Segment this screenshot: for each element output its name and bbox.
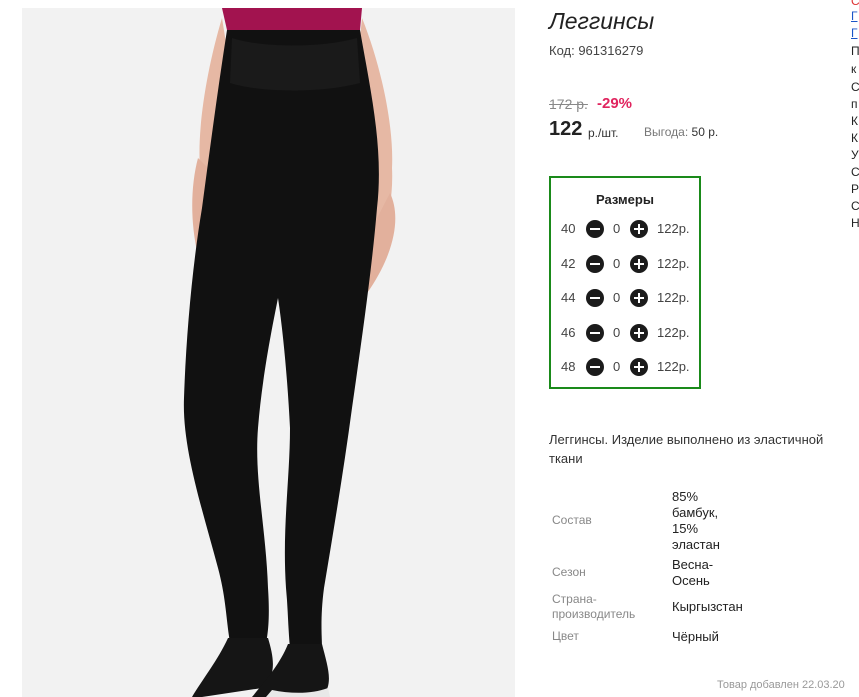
edge-menu-item: С [851, 165, 859, 179]
price-unit: р./шт. [588, 126, 619, 140]
old-price: 172 р. [549, 96, 588, 112]
minus-icon[interactable] [586, 324, 604, 342]
spec-season-label: Сезон [552, 565, 586, 579]
spec-composition-label: Состав [552, 513, 592, 527]
added-date: Товар добавлен 22.03.20 [717, 679, 845, 691]
size-label: 42 [561, 256, 576, 271]
size-label: 46 [561, 325, 576, 340]
edge-menu-item[interactable]: Г [851, 9, 858, 23]
saving-label: Выгода: [644, 125, 689, 139]
size-quantity: 0 [613, 256, 621, 271]
edge-menu-item: п [851, 97, 858, 111]
saving: Выгода: 50 р. [644, 125, 718, 139]
plus-icon[interactable] [630, 324, 648, 342]
size-row: 48 0 122р. [551, 358, 699, 378]
size-row: 46 0 122р. [551, 324, 699, 344]
edge-menu-item: У [851, 148, 859, 162]
size-quantity: 0 [613, 325, 621, 340]
edge-menu-item: К [851, 114, 858, 128]
plus-icon[interactable] [630, 358, 648, 376]
size-row: 42 0 122р. [551, 255, 699, 275]
size-label: 44 [561, 290, 576, 305]
plus-icon[interactable] [630, 220, 648, 238]
size-price: 122р. [657, 221, 690, 236]
size-price: 122р. [657, 290, 690, 305]
edge-menu-item: к [851, 62, 857, 76]
minus-icon[interactable] [586, 255, 604, 273]
minus-icon[interactable] [586, 289, 604, 307]
edge-menu-item[interactable]: С [851, 0, 859, 8]
size-price: 122р. [657, 325, 690, 340]
product-description: Леггинсы. Изделие выполнено из эластично… [549, 432, 824, 466]
edge-menu-item[interactable]: Г [851, 26, 858, 40]
edge-menu-item: С [851, 80, 859, 94]
sizes-title: Размеры [596, 192, 654, 207]
size-label: 40 [561, 221, 576, 236]
spec-color-label: Цвет [552, 629, 579, 643]
discount-badge: -29% [597, 95, 633, 112]
size-row: 40 0 122р. [551, 220, 699, 240]
saving-value: 50 р. [691, 125, 719, 139]
edge-menu-item: С [851, 199, 859, 213]
size-quantity: 0 [613, 221, 621, 236]
sizes-panel: Размеры 40 0 122р. 42 0 122р. 44 0 122р.… [549, 176, 701, 389]
edge-menu-item: Н [851, 216, 859, 230]
spec-composition-value: 85% бамбук, 15% эластан [672, 489, 720, 552]
size-label: 48 [561, 359, 576, 374]
minus-icon[interactable] [586, 220, 604, 238]
current-price: 122 [549, 118, 583, 140]
edge-menu-item: К [851, 131, 858, 145]
spec-country-label: Страна-производитель [552, 592, 636, 621]
product-code: Код: 961316279 [549, 43, 644, 58]
plus-icon[interactable] [630, 255, 648, 273]
edge-menu-item: П [851, 44, 859, 58]
edge-menu-item: Р [851, 182, 859, 196]
product-image [22, 8, 515, 697]
minus-icon[interactable] [586, 358, 604, 376]
size-row: 44 0 122р. [551, 289, 699, 309]
size-quantity: 0 [613, 359, 621, 374]
size-price: 122р. [657, 256, 690, 271]
spec-country-value: Кыргызстан [672, 599, 743, 614]
product-photo[interactable] [22, 8, 515, 697]
spec-season-value: Весна-Осень [672, 557, 714, 588]
size-price: 122р. [657, 359, 690, 374]
spec-color-value: Чёрный [672, 629, 719, 644]
product-title: Леггинсы [549, 8, 655, 34]
plus-icon[interactable] [630, 289, 648, 307]
size-quantity: 0 [613, 290, 621, 305]
